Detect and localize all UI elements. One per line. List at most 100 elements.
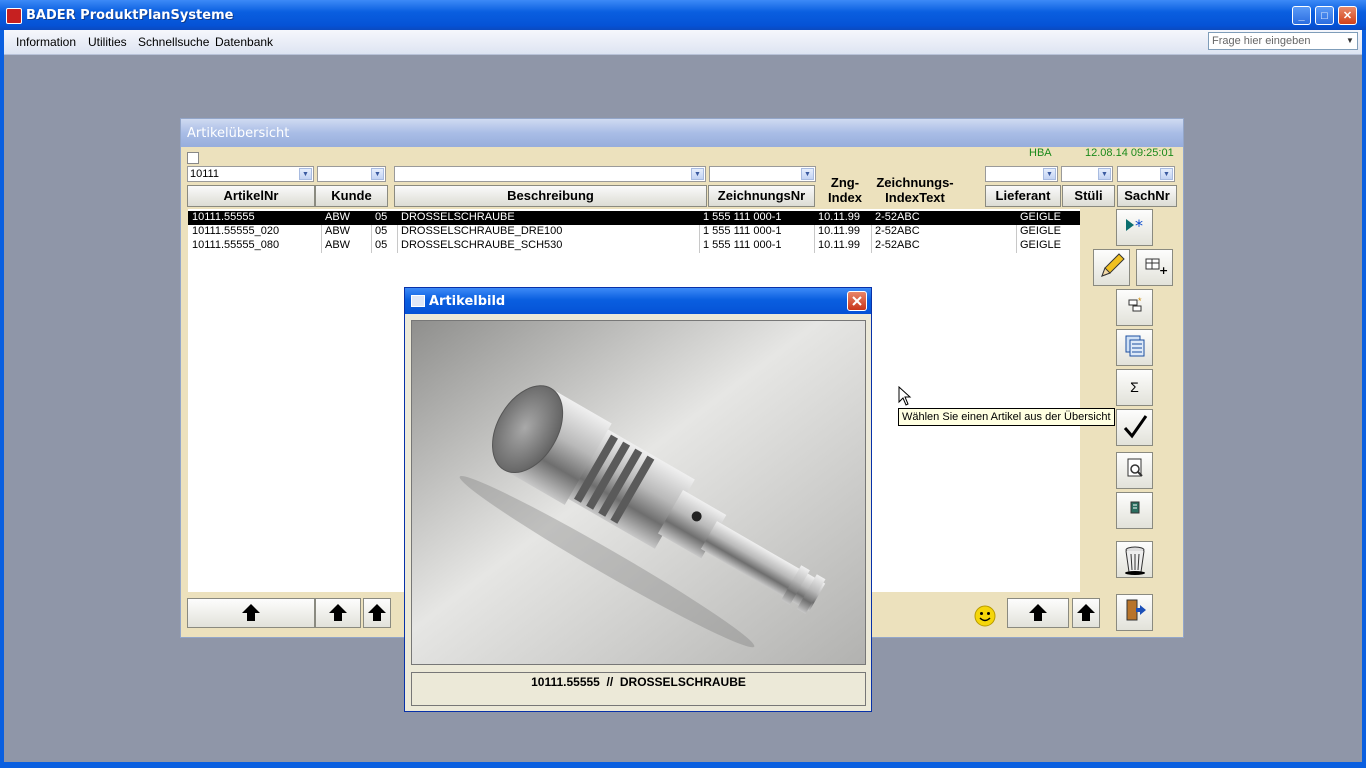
nav-prev-page-button[interactable] (315, 598, 361, 628)
filter-kunde-combo[interactable]: ▼ (317, 166, 386, 182)
filter-artikelnr-value: 10111 (190, 168, 219, 180)
exit-button[interactable] (1116, 594, 1153, 631)
svg-text:+: + (1159, 264, 1168, 277)
filter-artikelnr-combo[interactable]: 10111 ▼ (187, 166, 314, 182)
maximize-button[interactable]: □ (1315, 6, 1334, 25)
cell-beschreibung: DROSSELSCHRAUBE (401, 211, 515, 223)
filter-sachnr-combo[interactable]: ▼ (1117, 166, 1175, 182)
record-selector-checkbox[interactable] (187, 152, 199, 164)
chevron-down-icon[interactable]: ▼ (299, 168, 312, 180)
add-row-button[interactable]: + (1136, 249, 1173, 286)
header-zeichnungsnr[interactable]: ZeichnungsNr (708, 185, 815, 207)
column-separator (871, 225, 872, 239)
chevron-down-icon[interactable]: ▼ (1098, 168, 1111, 180)
app-title: BADER ProduktPlanSysteme (26, 8, 234, 23)
form-icon (411, 295, 425, 307)
menu-utilities[interactable]: Utilities (88, 35, 127, 49)
tooltip: Wählen Sie einen Artikel aus der Übersic… (898, 408, 1115, 426)
artikelbild-dialog: Artikelbild 10111.55555 // DROSSELSCHRAU… (404, 287, 872, 712)
edit-button[interactable] (1093, 249, 1130, 286)
overview-title: Artikelübersicht (187, 126, 290, 141)
svg-text:*: * (1135, 216, 1143, 235)
header-zng-index: Zng- Index (828, 175, 862, 205)
nav-next-page-button[interactable] (1007, 598, 1069, 628)
smiley-icon (974, 605, 996, 627)
menu-information[interactable]: Information (16, 35, 76, 49)
cell-beschreibung: DROSSELSCHRAUBE_SCH530 (401, 239, 563, 251)
cell-index: 10.11.99 (818, 225, 861, 237)
copy-records-button[interactable] (1116, 329, 1153, 366)
cell-index: 10.11.99 (818, 239, 861, 251)
header-sachnr[interactable]: SachNr (1117, 185, 1177, 207)
up-arrow-icon (368, 604, 386, 621)
column-separator (814, 225, 815, 239)
column-separator (397, 225, 398, 239)
table-add-icon: + (1145, 258, 1168, 277)
filter-stueli-combo[interactable]: ▼ (1061, 166, 1113, 182)
app-titlebar: BADER ProduktPlanSysteme _ □ ✕ (0, 0, 1366, 30)
cell-nr: 05 (375, 239, 388, 251)
chevron-down-icon[interactable]: ▼ (691, 168, 704, 180)
confirm-button[interactable] (1116, 409, 1153, 446)
chevron-down-icon[interactable]: ▼ (801, 168, 814, 180)
cell-beschreibung: DROSSELSCHRAUBE_DRE100 (401, 225, 563, 237)
document-button[interactable] (1116, 492, 1153, 529)
structure-icon: * (1128, 296, 1142, 312)
trash-icon (1124, 546, 1145, 575)
cell-zeichnungsnr: 1 555 111 000-1 (703, 225, 782, 237)
cell-kunde: ABW (325, 211, 351, 223)
nav-prev-button[interactable] (363, 598, 391, 628)
menu-schnellsuche[interactable]: Schnellsuche (138, 35, 209, 49)
table-row[interactable]: 10111.55555 ABW 05 DROSSELSCHRAUBE 1 555… (188, 211, 1080, 225)
window-frame-right (1362, 30, 1366, 768)
cell-indextext: 2-52ABC (875, 239, 920, 251)
cell-indextext: 2-52ABC (875, 211, 920, 223)
dialog-titlebar: Artikelbild (405, 288, 871, 314)
column-separator (699, 225, 700, 239)
dialog-close-button[interactable] (847, 291, 867, 311)
filter-zeichnungsnr-combo[interactable]: ▼ (709, 166, 816, 182)
dropdown-arrow-icon[interactable]: ▼ (1344, 34, 1356, 48)
header-zeichnungs-indextext: Zeichnungs- IndexText (876, 175, 954, 205)
header-beschreibung[interactable]: Beschreibung (394, 185, 707, 207)
header-lieferant[interactable]: Lieferant (985, 185, 1061, 207)
table-row[interactable]: 10111.55555_020 ABW 05 DROSSELSCHRAUBE_D… (188, 225, 1080, 239)
cell-kunde: ABW (325, 239, 351, 251)
minimize-button[interactable]: _ (1292, 6, 1311, 25)
column-separator (871, 239, 872, 253)
print-preview-icon (1127, 458, 1143, 477)
cell-kunde: ABW (325, 225, 351, 237)
header-artikelnr[interactable]: ArtikelNr (187, 185, 315, 207)
photo-caption: 10111.55555 // DROSSELSCHRAUBE (531, 675, 746, 689)
cell-zeichnungsnr: 1 555 111 000-1 (703, 239, 782, 251)
filter-lieferant-combo[interactable]: ▼ (985, 166, 1058, 182)
up-arrow-icon (329, 604, 347, 621)
chevron-down-icon[interactable]: ▼ (1160, 168, 1173, 180)
close-button[interactable]: ✕ (1338, 6, 1357, 25)
menu-datenbank[interactable]: Datenbank (215, 35, 273, 49)
window-frame-bottom (0, 762, 1366, 768)
header-kunde[interactable]: Kunde (315, 185, 388, 207)
new-record-button[interactable]: * (1116, 209, 1153, 246)
delete-button[interactable] (1116, 541, 1153, 578)
cell-lieferant: GEIGLE (1020, 225, 1061, 237)
cell-index: 10.11.99 (818, 211, 861, 223)
table-row[interactable]: 10111.55555_080 ABW 05 DROSSELSCHRAUBE_S… (188, 239, 1080, 253)
menubar: Information Utilities Schnellsuche Daten… (4, 30, 1362, 55)
nav-first-button[interactable] (187, 598, 315, 628)
preview-button[interactable] (1116, 452, 1153, 489)
chevron-down-icon[interactable]: ▼ (371, 168, 384, 180)
sum-button[interactable]: Σ (1116, 369, 1153, 406)
structure-button[interactable]: * (1116, 289, 1153, 326)
column-separator (397, 239, 398, 253)
nav-last-button[interactable] (1072, 598, 1100, 628)
chevron-down-icon[interactable]: ▼ (1043, 168, 1056, 180)
datetime-label: 12.08.14 09:25:01 (1085, 147, 1174, 159)
cell-artikelnr: 10111.55555_080 (192, 239, 280, 251)
help-question-input[interactable]: Frage hier eingeben ▼ (1208, 32, 1358, 50)
cell-lieferant: GEIGLE (1020, 211, 1061, 223)
photo-caption-box: 10111.55555 // DROSSELSCHRAUBE (411, 672, 866, 706)
pencil-icon (1100, 253, 1125, 277)
filter-beschreibung-combo[interactable]: ▼ (394, 166, 706, 182)
header-stueli[interactable]: Stüli (1062, 185, 1115, 207)
